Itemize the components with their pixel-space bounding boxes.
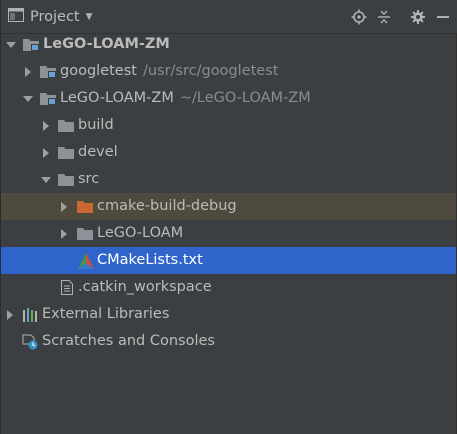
text-file-icon [58,279,76,296]
hide-icon[interactable] [434,8,452,26]
chevron-down-icon[interactable] [6,31,16,58]
scratches-icon [21,333,39,350]
tree-item-label: External Libraries [42,306,170,322]
chevron-right-icon[interactable] [59,220,69,247]
excluded-folder-icon [76,198,94,215]
tree-item-src[interactable]: src [1,166,457,193]
chevron-right-icon[interactable] [41,112,51,139]
folder-icon [57,144,75,161]
tree-item-label: googletest/usr/src/googletest [60,58,278,85]
googletest-path: /usr/src/googletest [142,63,279,79]
folder-icon [57,117,75,134]
tree-item-cmakelists[interactable]: CMakeLists.txt [1,247,457,274]
tree-item-label: devel [78,144,118,160]
project-header: Project ▼ [1,0,457,34]
folder-icon [76,225,94,242]
tree-item-root[interactable]: LeGO-LOAM-ZM [1,31,457,58]
tree-item-lego-loam[interactable]: LeGO-LOAM [1,220,457,247]
tree-item-googletest[interactable]: googletest/usr/src/googletest [1,58,457,85]
googletest-name: googletest [60,63,137,79]
chevron-down-icon[interactable] [23,85,33,112]
lego-zm-path: ~/LeGO-LOAM-ZM [179,90,311,106]
tree-item-devel[interactable]: devel [1,139,457,166]
tree-item-label: .catkin_workspace [78,279,212,295]
tree-item-external-libraries[interactable]: External Libraries [1,301,457,328]
tree-item-build[interactable]: build [1,112,457,139]
project-icon [8,8,24,26]
tree-item-label: LeGO-LOAM-ZM [43,36,170,52]
tree-item-label: cmake-build-debug [97,198,237,214]
folder-icon [57,171,75,188]
collapse-all-icon[interactable] [375,8,393,26]
tree-item-scratches[interactable]: Scratches and Consoles [1,328,457,355]
tree-item-cmake-build-debug[interactable]: cmake-build-debug [1,193,457,220]
project-title: Project [30,9,80,25]
tree-item-lego-loam-zm[interactable]: LeGO-LOAM-ZM ~/LeGO-LOAM-ZM [1,85,457,112]
chevron-right-icon[interactable] [59,193,69,220]
tree-item-label: LeGO-LOAM-ZM ~/LeGO-LOAM-ZM [60,85,311,112]
chevron-down-icon: ▼ [85,12,93,22]
project-view-selector[interactable]: Project ▼ [8,7,93,27]
gear-icon[interactable] [409,8,427,26]
module-folder-icon [39,63,57,80]
libraries-icon [21,306,39,323]
chevron-down-icon[interactable] [41,166,51,193]
chevron-right-icon[interactable] [23,58,33,85]
tree-item-catkin-workspace[interactable]: .catkin_workspace [1,274,457,301]
module-folder-icon [39,90,57,107]
lego-zm-name: LeGO-LOAM-ZM [60,90,174,106]
tree-item-label: Scratches and Consoles [42,333,215,349]
tree-item-label: build [78,117,114,133]
module-folder-icon [22,36,40,53]
cmake-file-icon [77,252,95,269]
locate-icon[interactable] [350,8,368,26]
tree-item-label: CMakeLists.txt [97,252,203,268]
project-tool-window: Project ▼ LeGO-LOAM-ZM googletest /usr/s… [0,0,457,434]
tree-item-label: src [78,171,100,187]
chevron-right-icon[interactable] [41,139,51,166]
tree-item-label: LeGO-LOAM [97,225,184,241]
chevron-right-icon[interactable] [5,301,15,328]
